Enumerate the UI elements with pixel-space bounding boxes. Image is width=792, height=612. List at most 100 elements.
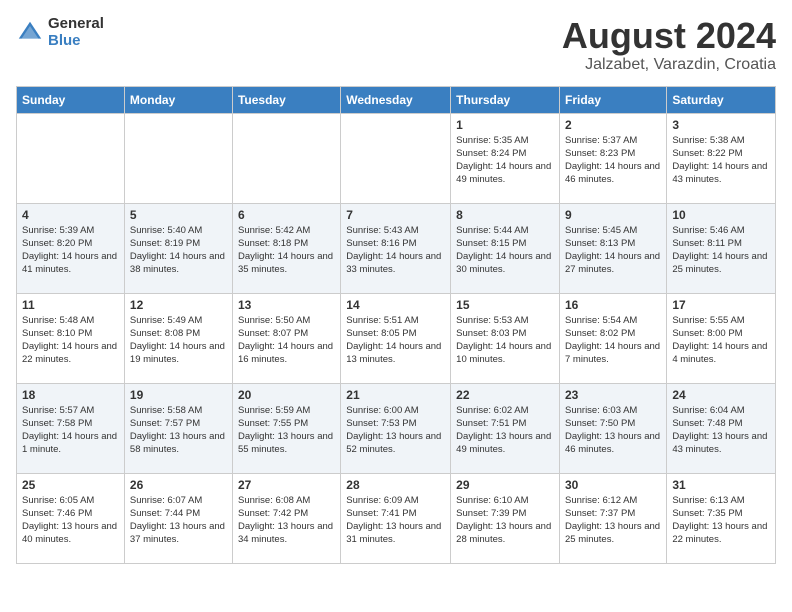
day-info: Sunrise: 6:03 AMSunset: 7:50 PMDaylight:… — [565, 404, 661, 457]
day-info: Sunrise: 5:54 AMSunset: 8:02 PMDaylight:… — [565, 314, 661, 367]
calendar-table: SundayMondayTuesdayWednesdayThursdayFrid… — [16, 86, 776, 564]
day-info: Sunrise: 6:08 AMSunset: 7:42 PMDaylight:… — [238, 494, 335, 547]
calendar-cell — [124, 113, 232, 203]
calendar-cell: 17 Sunrise: 5:55 AMSunset: 8:00 PMDayligh… — [667, 293, 776, 383]
calendar-week-row: 18 Sunrise: 5:57 AMSunset: 7:58 PMDayligh… — [17, 383, 776, 473]
calendar-cell: 25Sunrise: 6:05 AMSunset: 7:46 PMDayligh… — [17, 473, 125, 563]
calendar-cell: 9 Sunrise: 5:45 AMSunset: 8:13 PMDaylight… — [560, 203, 667, 293]
day-number: 19 — [130, 388, 227, 402]
day-number: 8 — [456, 208, 554, 222]
calendar-cell: 10 Sunrise: 5:46 AMSunset: 8:11 PMDayligh… — [667, 203, 776, 293]
day-number: 25 — [22, 478, 119, 492]
day-number: 7 — [346, 208, 445, 222]
day-info: Sunrise: 5:59 AMSunset: 7:55 PMDaylight:… — [238, 404, 335, 457]
day-info: Sunrise: 5:48 AMSunset: 8:10 PMDaylight:… — [22, 314, 119, 367]
day-number: 30 — [565, 478, 661, 492]
calendar-cell: 18 Sunrise: 5:57 AMSunset: 7:58 PMDayligh… — [17, 383, 125, 473]
day-info: Sunrise: 5:40 AMSunset: 8:19 PMDaylight:… — [130, 224, 227, 277]
day-of-week-header: Saturday — [667, 86, 776, 113]
calendar-body: 1Sunrise: 5:35 AMSunset: 8:24 PMDaylight… — [17, 113, 776, 563]
day-info: Sunrise: 6:10 AMSunset: 7:39 PMDaylight:… — [456, 494, 554, 547]
day-number: 31 — [672, 478, 770, 492]
day-number: 22 — [456, 388, 554, 402]
day-info: Sunrise: 5:55 AMSunset: 8:00 PMDaylight:… — [672, 314, 770, 367]
day-number: 21 — [346, 388, 445, 402]
day-info: Sunrise: 6:02 AMSunset: 7:51 PMDaylight:… — [456, 404, 554, 457]
day-number: 10 — [672, 208, 770, 222]
day-number: 3 — [672, 118, 770, 132]
day-number: 20 — [238, 388, 335, 402]
day-info: Sunrise: 5:46 AMSunset: 8:11 PMDaylight:… — [672, 224, 770, 277]
day-of-week-header: Thursday — [451, 86, 560, 113]
day-number: 12 — [130, 298, 227, 312]
calendar-cell: 12 Sunrise: 5:49 AMSunset: 8:08 PMDayligh… — [124, 293, 232, 383]
calendar-header-row: SundayMondayTuesdayWednesdayThursdayFrid… — [17, 86, 776, 113]
calendar-week-row: 1Sunrise: 5:35 AMSunset: 8:24 PMDaylight… — [17, 113, 776, 203]
day-info: Sunrise: 5:38 AMSunset: 8:22 PMDaylight:… — [672, 134, 770, 187]
calendar-cell: 8 Sunrise: 5:44 AMSunset: 8:15 PMDaylight… — [451, 203, 560, 293]
day-number: 9 — [565, 208, 661, 222]
day-info: Sunrise: 6:04 AMSunset: 7:48 PMDaylight:… — [672, 404, 770, 457]
calendar-cell: 5 Sunrise: 5:40 AMSunset: 8:19 PMDaylight… — [124, 203, 232, 293]
calendar-cell: 7 Sunrise: 5:43 AMSunset: 8:16 PMDaylight… — [341, 203, 451, 293]
day-number: 16 — [565, 298, 661, 312]
calendar-cell: 16 Sunrise: 5:54 AMSunset: 8:02 PMDayligh… — [560, 293, 667, 383]
day-info: Sunrise: 6:09 AMSunset: 7:41 PMDaylight:… — [346, 494, 445, 547]
day-number: 15 — [456, 298, 554, 312]
day-info: Sunrise: 5:42 AMSunset: 8:18 PMDaylight:… — [238, 224, 335, 277]
day-info: Sunrise: 6:12 AMSunset: 7:37 PMDaylight:… — [565, 494, 661, 547]
day-number: 18 — [22, 388, 119, 402]
calendar-cell: 24Sunrise: 6:04 AMSunset: 7:48 PMDayligh… — [667, 383, 776, 473]
day-number: 28 — [346, 478, 445, 492]
day-number: 14 — [346, 298, 445, 312]
calendar-week-row: 25Sunrise: 6:05 AMSunset: 7:46 PMDayligh… — [17, 473, 776, 563]
day-of-week-header: Friday — [560, 86, 667, 113]
day-of-week-header: Sunday — [17, 86, 125, 113]
day-number: 26 — [130, 478, 227, 492]
day-info: Sunrise: 5:57 AMSunset: 7:58 PMDaylight:… — [22, 404, 119, 457]
month-year: August 2024 — [562, 16, 776, 56]
calendar-cell: 29 Sunrise: 6:10 AMSunset: 7:39 PMDayligh… — [451, 473, 560, 563]
day-info: Sunrise: 5:51 AMSunset: 8:05 PMDaylight:… — [346, 314, 445, 367]
title-block: August 2024 Jalzabet, Varazdin, Croatia — [562, 16, 776, 74]
calendar-cell: 20 Sunrise: 5:59 AMSunset: 7:55 PMDayligh… — [232, 383, 340, 473]
calendar-cell — [17, 113, 125, 203]
logo-icon — [16, 19, 44, 47]
calendar-cell: 15 Sunrise: 5:53 AMSunset: 8:03 PMDayligh… — [451, 293, 560, 383]
day-number: 1 — [456, 118, 554, 132]
day-number: 4 — [22, 208, 119, 222]
logo-blue: Blue — [48, 33, 104, 50]
calendar-cell: 13Sunrise: 5:50 AMSunset: 8:07 PMDayligh… — [232, 293, 340, 383]
day-number: 11 — [22, 298, 119, 312]
calendar-cell: 28 Sunrise: 6:09 AMSunset: 7:41 PMDayligh… — [341, 473, 451, 563]
location: Jalzabet, Varazdin, Croatia — [562, 56, 776, 74]
day-info: Sunrise: 5:44 AMSunset: 8:15 PMDaylight:… — [456, 224, 554, 277]
day-number: 17 — [672, 298, 770, 312]
day-number: 23 — [565, 388, 661, 402]
calendar-cell: 31Sunrise: 6:13 AMSunset: 7:35 PMDayligh… — [667, 473, 776, 563]
day-number: 29 — [456, 478, 554, 492]
day-info: Sunrise: 5:39 AMSunset: 8:20 PMDaylight:… — [22, 224, 119, 277]
calendar-cell: 1Sunrise: 5:35 AMSunset: 8:24 PMDaylight… — [451, 113, 560, 203]
day-info: Sunrise: 5:53 AMSunset: 8:03 PMDaylight:… — [456, 314, 554, 367]
calendar-cell: 23 Sunrise: 6:03 AMSunset: 7:50 PMDayligh… — [560, 383, 667, 473]
day-number: 2 — [565, 118, 661, 132]
calendar-cell: 26Sunrise: 6:07 AMSunset: 7:44 PMDayligh… — [124, 473, 232, 563]
day-of-week-header: Monday — [124, 86, 232, 113]
logo: General Blue — [16, 16, 104, 49]
calendar-cell: 4 Sunrise: 5:39 AMSunset: 8:20 PMDaylight… — [17, 203, 125, 293]
day-info: Sunrise: 5:58 AMSunset: 7:57 PMDaylight:… — [130, 404, 227, 457]
day-info: Sunrise: 5:43 AMSunset: 8:16 PMDaylight:… — [346, 224, 445, 277]
calendar-cell — [341, 113, 451, 203]
day-of-week-header: Tuesday — [232, 86, 340, 113]
logo-general: General — [48, 16, 104, 33]
calendar-cell: 14 Sunrise: 5:51 AMSunset: 8:05 PMDayligh… — [341, 293, 451, 383]
calendar-cell: 21Sunrise: 6:00 AMSunset: 7:53 PMDayligh… — [341, 383, 451, 473]
calendar-cell: 27Sunrise: 6:08 AMSunset: 7:42 PMDayligh… — [232, 473, 340, 563]
calendar-cell: 11 Sunrise: 5:48 AMSunset: 8:10 PMDayligh… — [17, 293, 125, 383]
day-info: Sunrise: 5:49 AMSunset: 8:08 PMDaylight:… — [130, 314, 227, 367]
day-info: Sunrise: 5:45 AMSunset: 8:13 PMDaylight:… — [565, 224, 661, 277]
calendar-cell: 22 Sunrise: 6:02 AMSunset: 7:51 PMDayligh… — [451, 383, 560, 473]
calendar-cell: 6Sunrise: 5:42 AMSunset: 8:18 PMDaylight… — [232, 203, 340, 293]
day-number: 5 — [130, 208, 227, 222]
